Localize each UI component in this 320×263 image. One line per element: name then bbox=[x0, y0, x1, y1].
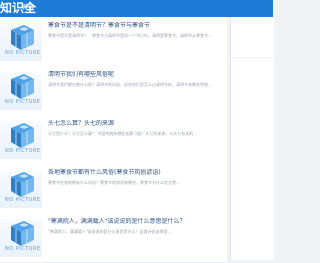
article-snippet: 寒食节是不是清明节？ 寒食节与清明节是同一个节日吗，清明是寒食节，清明节从寒食节… bbox=[48, 33, 212, 38]
sidebar-panel bbox=[230, 17, 274, 260]
article-title[interactable]: 各地寒食节都有什么风俗(寒食节风俗谚语) bbox=[48, 169, 224, 177]
no-picture-label: NO PICTURE bbox=[5, 246, 41, 252]
article-snippet: 清明节我们都在做什么呢？清明节的风俗，现在你们是怎么过清明节的，清明节有哪些传统… bbox=[48, 82, 212, 87]
no-picture-label: NO PICTURE bbox=[5, 148, 41, 154]
article-title[interactable]: "寒满院人，满满载人"该说说的是什么意思是什么？ bbox=[48, 218, 224, 226]
no-picture-label: NO PICTURE bbox=[5, 197, 41, 203]
no-picture-thumbnail[interactable]: NO PICTURE bbox=[0, 170, 42, 208]
article-card[interactable]: NO PICTURE "寒满院人，满满载人"该说说的是什么意思是什么？ "寒满院… bbox=[0, 213, 227, 263]
nav-home-link[interactable]: 首页 bbox=[22, 4, 34, 12]
article-title[interactable]: 寒食节是不是清明节？寒食节与寒食节 bbox=[48, 22, 224, 30]
article-title[interactable]: 清明节我们有哪些风俗呢 bbox=[48, 71, 224, 79]
article-card[interactable]: NO PICTURE 清明节我们有哪些风俗呢 清明节我们都在做什么呢？清明节的风… bbox=[0, 66, 227, 116]
article-snippet: 头七是什么？头七怎么算？ 中国传统有哪些丧葬习俗？头七的来源，与头七有关的... bbox=[48, 131, 198, 136]
article-card[interactable]: NO PICTURE 头七怎么算？头七的来源 头七是什么？头七怎么算？ 中国传统… bbox=[0, 115, 227, 165]
article-snippet: "寒满院人，满满载人"该说说的是什么意思是什么？这首诗出自哪里... bbox=[48, 229, 172, 234]
article-card[interactable]: NO PICTURE 各地寒食节都有什么风俗(寒食节风俗谚语) 寒食节在各地都有… bbox=[0, 164, 227, 214]
article-snippet: 寒食节在各地都有什么风俗？寒食节的谚语有哪些，寒食节为什么吃冷食... bbox=[48, 180, 180, 185]
no-picture-thumbnail[interactable]: NO PICTURE bbox=[0, 121, 42, 159]
no-picture-label: NO PICTURE bbox=[5, 99, 41, 105]
no-picture-thumbnail[interactable]: NO PICTURE bbox=[0, 72, 42, 110]
top-navigation-bar: 知识全 首页 bbox=[0, 0, 273, 17]
no-picture-thumbnail[interactable]: NO PICTURE bbox=[0, 219, 42, 257]
article-card[interactable]: NO PICTURE 寒食节是不是清明节？寒食节与寒食节 寒食节是不是清明节？ … bbox=[0, 17, 227, 67]
no-picture-label: NO PICTURE bbox=[5, 50, 41, 56]
sidebar-divider bbox=[231, 57, 274, 58]
article-title[interactable]: 头七怎么算？头七的来源 bbox=[48, 120, 224, 128]
no-picture-thumbnail[interactable]: NO PICTURE bbox=[0, 23, 42, 61]
